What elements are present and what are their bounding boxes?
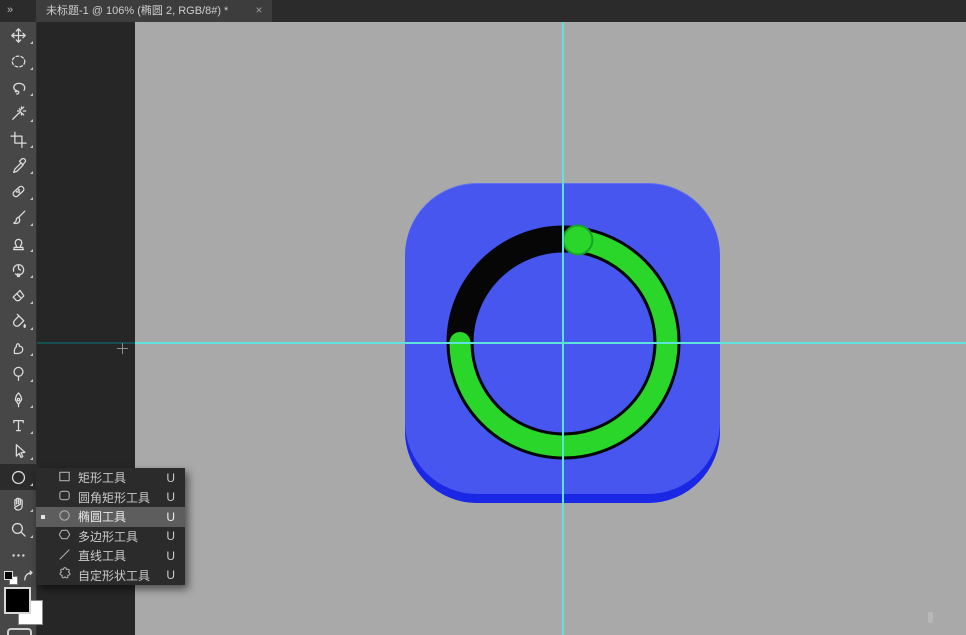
ellipse-tool[interactable]	[0, 464, 36, 490]
menu-item-custom-shape-tool[interactable]: 自定形状工具U	[36, 566, 185, 586]
polygon-shape-icon	[57, 527, 72, 545]
zoom-tool[interactable]	[0, 516, 36, 542]
tab-close-icon[interactable]: ×	[252, 0, 266, 22]
crop-tool[interactable]	[0, 126, 36, 152]
menu-item-shortcut: U	[166, 568, 175, 582]
menu-item-shortcut: U	[166, 490, 175, 504]
crop-tool-icon	[10, 131, 27, 148]
menu-item-label: 直线工具	[78, 547, 166, 564]
lasso-tool-icon	[10, 79, 27, 96]
clone-stamp-tool-icon	[10, 235, 27, 252]
dodge-tool-icon	[10, 365, 27, 382]
zoom-tool-icon	[10, 521, 27, 538]
smudge-tool[interactable]	[0, 334, 36, 360]
smudge-tool-icon	[10, 339, 27, 356]
menu-item-label: 圆角矩形工具	[78, 489, 166, 506]
tools-panel	[0, 22, 37, 635]
pen-tool-icon	[10, 391, 27, 408]
ellipse-shape-icon	[57, 508, 72, 526]
menu-item-ellipse-tool[interactable]: 椭圆工具U	[36, 507, 185, 527]
more-options-icon	[10, 547, 27, 564]
move-tool[interactable]	[0, 22, 36, 48]
magic-wand-tool[interactable]	[0, 100, 36, 126]
hand-tool-icon	[10, 495, 27, 512]
eraser-tool-icon	[10, 287, 27, 304]
dodge-tool[interactable]	[0, 360, 36, 386]
menu-item-rounded-rectangle-tool[interactable]: 圆角矩形工具U	[36, 488, 185, 508]
hand-tool[interactable]	[0, 490, 36, 516]
menu-item-shortcut: U	[166, 529, 175, 543]
vertical-guide[interactable]	[562, 22, 564, 635]
default-colors-icon[interactable]	[4, 571, 18, 585]
spot-healing-brush-tool-icon	[10, 183, 27, 200]
menu-item-label: 多边形工具	[78, 528, 166, 545]
path-selection-tool[interactable]	[0, 438, 36, 464]
magic-wand-tool-icon	[10, 105, 27, 122]
menu-item-line-tool[interactable]: 直线工具U	[36, 546, 185, 566]
more-options[interactable]	[0, 542, 36, 568]
crosshair-cursor	[117, 343, 128, 354]
clone-stamp-tool[interactable]	[0, 230, 36, 256]
swap-colors-icon[interactable]	[22, 569, 35, 587]
custom-shape-icon	[57, 566, 72, 581]
rectangle-shape-icon	[57, 469, 72, 487]
horizontal-guide[interactable]	[135, 342, 966, 344]
canvas-corner-marker	[928, 612, 933, 623]
eraser-tool[interactable]	[0, 282, 36, 308]
collapse-panels-icon[interactable]: »	[7, 1, 13, 19]
brush-tool-icon	[10, 209, 27, 226]
menu-item-label: 自定形状工具	[78, 567, 166, 584]
menu-item-label: 矩形工具	[78, 469, 166, 486]
document-tab[interactable]: 未标题-1 @ 106% (椭圆 2, RGB/8#) * ×	[36, 0, 272, 22]
elliptical-marquee-tool-icon	[10, 53, 27, 70]
history-brush-tool[interactable]	[0, 256, 36, 282]
menu-item-polygon-tool[interactable]: 多边形工具U	[36, 527, 185, 547]
brush-tool[interactable]	[0, 204, 36, 230]
eyedropper-tool[interactable]	[0, 152, 36, 178]
paint-bucket-tool-icon	[10, 313, 27, 330]
ellipse-tool-icon	[10, 469, 27, 486]
type-tool-icon	[10, 417, 27, 434]
history-brush-tool-icon	[10, 261, 27, 278]
rounded-rectangle-shape-icon	[57, 488, 72, 506]
rectangle-icon	[57, 469, 72, 484]
spot-healing-brush-tool[interactable]	[0, 178, 36, 204]
document-tab-title: 未标题-1 @ 106% (椭圆 2, RGB/8#) *	[36, 5, 228, 17]
menu-item-label: 椭圆工具	[78, 508, 166, 525]
eyedropper-tool-icon	[10, 157, 27, 174]
menu-item-shortcut: U	[166, 471, 175, 485]
quick-mask-icon[interactable]	[7, 628, 32, 635]
elliptical-marquee-tool[interactable]	[0, 48, 36, 74]
pen-tool[interactable]	[0, 386, 36, 412]
menu-item-rectangle-tool[interactable]: 矩形工具U	[36, 468, 185, 488]
foreground-color-swatch[interactable]	[4, 587, 31, 614]
line-icon	[57, 547, 72, 562]
polygon-icon	[57, 527, 72, 542]
paint-bucket-tool[interactable]	[0, 308, 36, 334]
type-tool[interactable]	[0, 412, 36, 438]
custom-shape-shape-icon	[57, 566, 72, 584]
menu-item-shortcut: U	[166, 510, 175, 524]
move-tool-icon	[10, 27, 27, 44]
line-shape-icon	[57, 547, 72, 565]
lasso-tool[interactable]	[0, 74, 36, 100]
shape-tools-flyout-menu: 矩形工具U圆角矩形工具U椭圆工具U多边形工具U直线工具U自定形状工具U	[36, 468, 185, 585]
rounded-rectangle-icon	[57, 488, 72, 503]
ellipse-icon	[57, 508, 72, 523]
titlebar: » 未标题-1 @ 106% (椭圆 2, RGB/8#) * ×	[0, 0, 966, 22]
photoshop-window: » 未标题-1 @ 106% (椭圆 2, RGB/8#) * × 矩形工具U圆…	[0, 0, 966, 635]
path-selection-tool-icon	[10, 443, 27, 460]
menu-item-shortcut: U	[166, 549, 175, 563]
